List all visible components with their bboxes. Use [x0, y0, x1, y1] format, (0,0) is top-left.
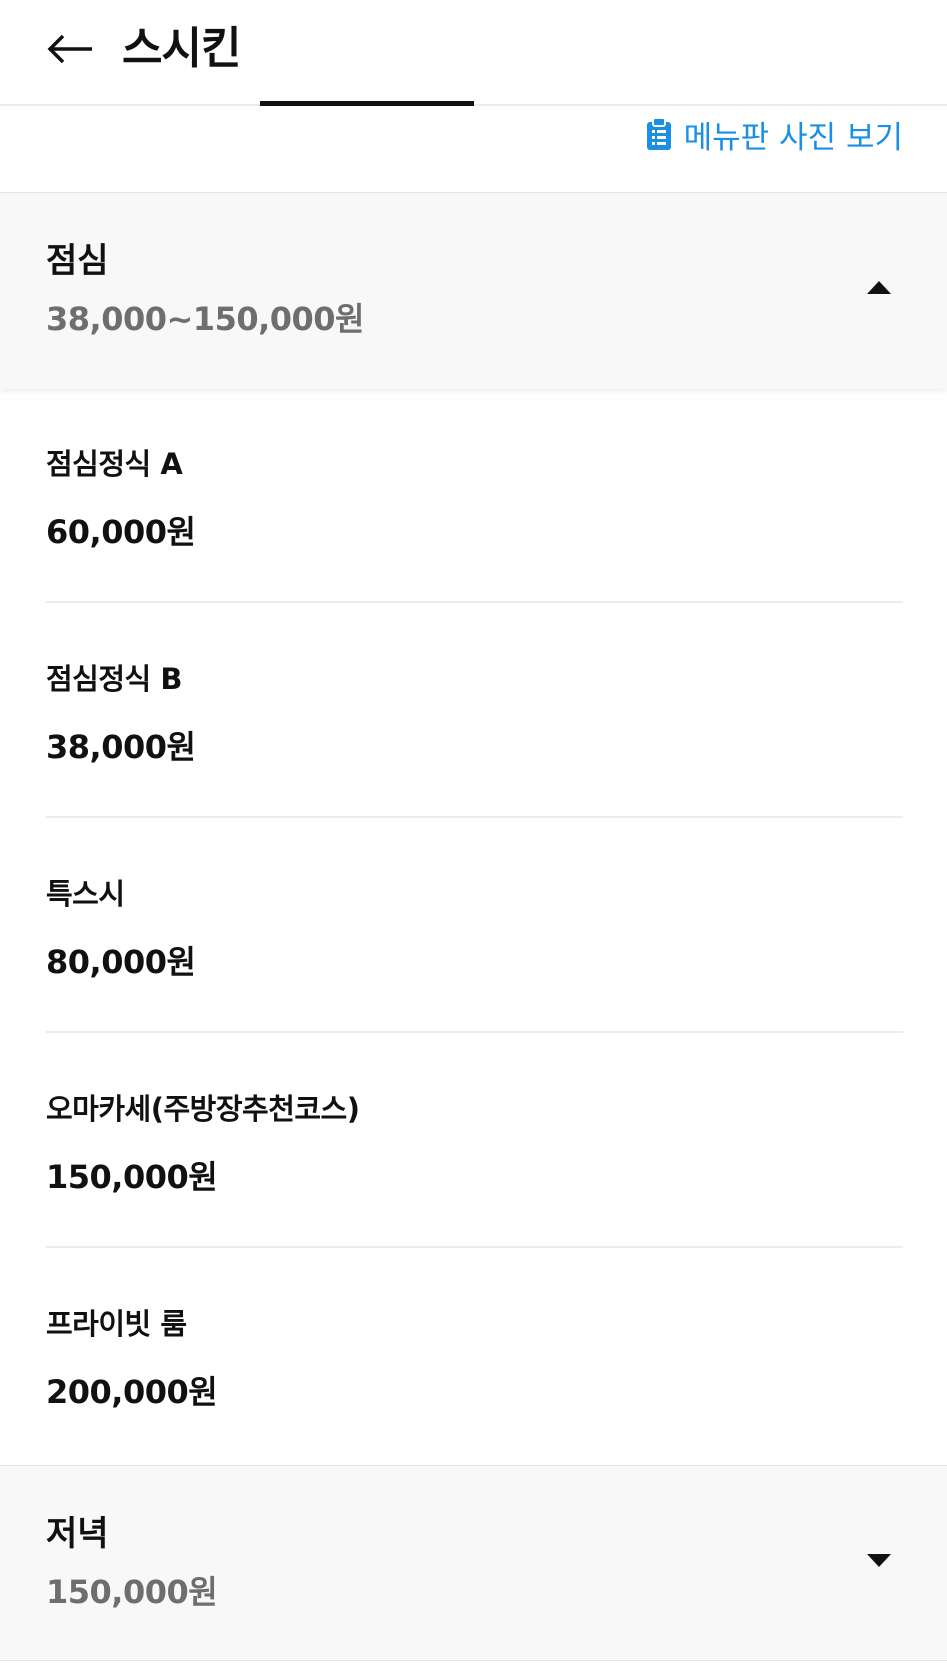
- menu-item: 특스시 80,000원: [46, 818, 903, 1033]
- clipboard-icon: [646, 117, 672, 151]
- menu-item-name: 오마카세(주방장추천코스): [46, 1092, 360, 1126]
- section-name: 점심: [46, 241, 109, 281]
- menu-item-name: 점심정식 B: [46, 662, 182, 696]
- menu-item: 점심정식 A 60,000원: [46, 388, 903, 603]
- tab-indicator: [260, 101, 474, 106]
- caret-up-icon: [867, 281, 891, 294]
- arrow-left-icon: [47, 34, 92, 64]
- menu-item-price: 60,000원: [46, 513, 196, 551]
- section-price-range: 150,000원: [46, 1573, 218, 1611]
- page-title: 스시킨: [122, 23, 241, 74]
- menu-photo-label: 메뉴판 사진 보기: [683, 119, 903, 156]
- menu-item-name: 프라이빗 룸: [46, 1307, 187, 1341]
- menu-item: 점심정식 B 38,000원: [46, 603, 903, 818]
- menu-item-price: 80,000원: [46, 943, 196, 981]
- menu-item-price: 200,000원: [46, 1373, 218, 1411]
- section-price-range: 38,000~150,000원: [46, 300, 365, 338]
- menu-item-name: 점심정식 A: [46, 447, 183, 481]
- menu-item-price: 38,000원: [46, 728, 196, 766]
- caret-down-icon: [867, 1554, 891, 1567]
- section-name: 저녁: [46, 1514, 109, 1554]
- lunch-menu-list: 점심정식 A 60,000원 점심정식 B 38,000원 특스시 80,000…: [46, 388, 903, 1463]
- back-button[interactable]: [40, 18, 100, 80]
- app-header: 스시킨: [0, 0, 947, 106]
- menu-item: 오마카세(주방장추천코스) 150,000원: [46, 1033, 903, 1248]
- section-header-lunch[interactable]: 점심 38,000~150,000원: [0, 192, 947, 389]
- menu-item-name: 특스시: [46, 877, 125, 911]
- menu-photo-link[interactable]: 메뉴판 사진 보기: [646, 112, 903, 156]
- section-header-dinner[interactable]: 저녁 150,000원: [0, 1465, 947, 1661]
- menu-item: 프라이빗 룸 200,000원: [46, 1248, 903, 1463]
- menu-item-price: 150,000원: [46, 1158, 218, 1196]
